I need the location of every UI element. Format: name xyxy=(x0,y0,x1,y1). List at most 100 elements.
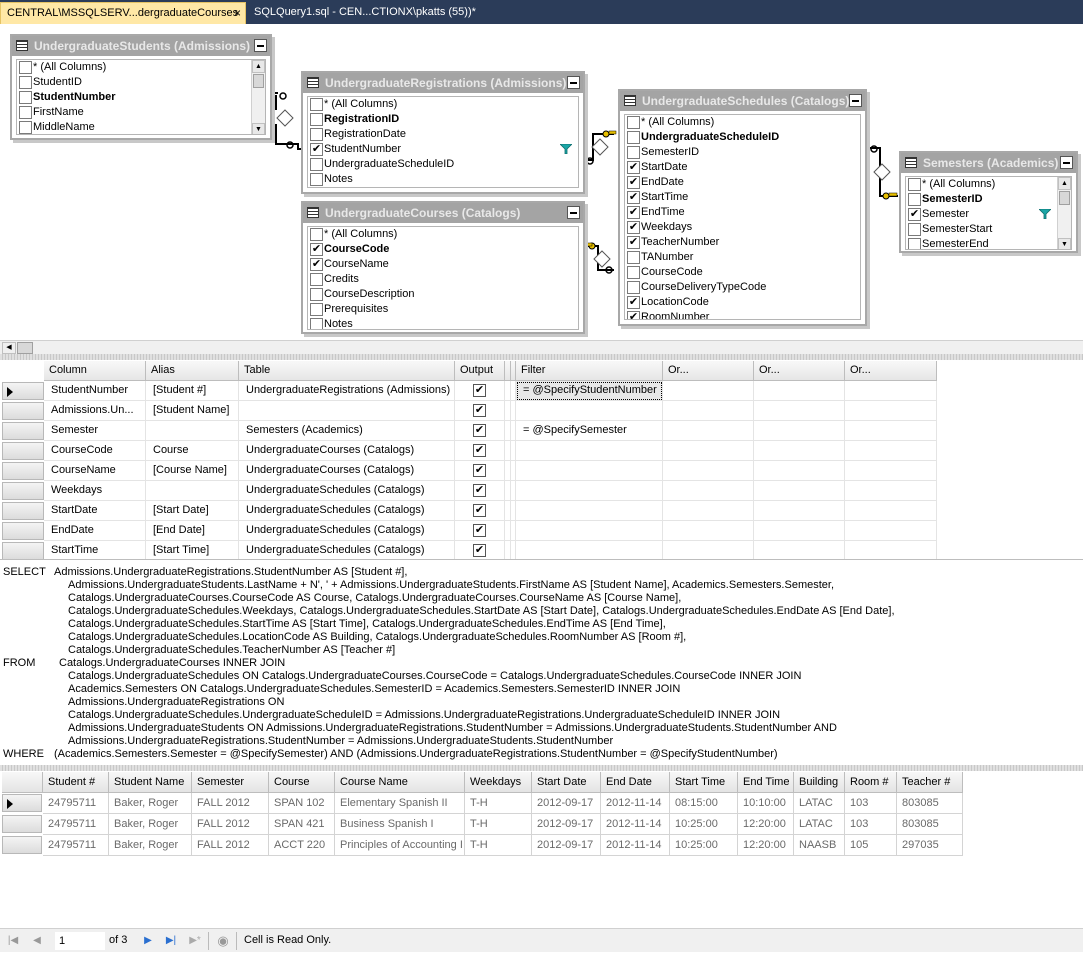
column-undergraduate-schedule-id[interactable]: UndergraduateScheduleID xyxy=(308,157,578,172)
cell-weekdays[interactable]: T-H xyxy=(465,835,532,856)
diagram-horizontal-scrollbar[interactable]: ◀ xyxy=(0,340,1083,354)
column-checkbox[interactable]: ✔ xyxy=(627,206,640,219)
column-checkbox[interactable] xyxy=(627,146,640,159)
column-semester-id[interactable]: SemesterID xyxy=(625,145,860,160)
column-location-code[interactable]: ✔ LocationCode xyxy=(625,295,860,310)
cell-filter[interactable] xyxy=(516,441,663,461)
cell-table[interactable]: UndergraduateSchedules (Catalogs) xyxy=(239,501,455,521)
column-semester-start[interactable]: SemesterStart xyxy=(906,222,1071,237)
cell-or-3[interactable] xyxy=(845,541,937,561)
column-undergraduate-schedule-id[interactable]: UndergraduateScheduleID xyxy=(625,130,860,145)
cell-start-date[interactable]: 2012-09-17 xyxy=(532,814,601,835)
column-checkbox[interactable]: ✔ xyxy=(627,296,640,309)
cell-or-3[interactable] xyxy=(845,481,937,501)
cell-start-time[interactable]: 08:15:00 xyxy=(670,793,738,814)
cell-filter[interactable]: = @SpecifyStudentNumber xyxy=(516,381,663,401)
column-list-scrollbar[interactable]: ▲ ▼ xyxy=(1057,177,1071,249)
column-checkbox[interactable]: ✔ xyxy=(627,191,640,204)
sql-pane[interactable]: SELECT Admissions.UndergraduateRegistrati… xyxy=(0,565,1083,765)
cell-column[interactable]: Admissions.Un... xyxy=(44,401,146,421)
header-room-number[interactable]: Room # xyxy=(845,772,897,793)
output-checkbox[interactable]: ✔ xyxy=(473,524,486,537)
scroll-thumb[interactable] xyxy=(253,74,264,88)
cell-alias[interactable]: [Student #] xyxy=(146,381,239,401)
column-start-time[interactable]: ✔ StartTime xyxy=(625,190,860,205)
column-checkbox[interactable] xyxy=(310,158,323,171)
join-link-registrations-schedules[interactable] xyxy=(586,130,617,165)
cell-student-number[interactable]: 24795711 xyxy=(43,835,109,856)
row-selector[interactable] xyxy=(2,502,44,520)
row-selector[interactable] xyxy=(2,422,44,440)
cell-start-time[interactable]: 10:25:00 xyxy=(670,835,738,856)
header-semester[interactable]: Semester xyxy=(192,772,269,793)
join-link-students-registrations[interactable] xyxy=(272,92,301,150)
scroll-left-icon[interactable]: ◀ xyxy=(2,342,16,354)
column-checkbox[interactable] xyxy=(310,113,323,126)
pane-splitter[interactable] xyxy=(0,354,1083,360)
output-checkbox[interactable]: ✔ xyxy=(473,484,486,497)
cell-or-1[interactable] xyxy=(663,461,754,481)
column-all[interactable]: * (All Columns) xyxy=(17,60,265,75)
column-checkbox[interactable] xyxy=(627,131,640,144)
column-teacher-number[interactable]: ✔ TeacherNumber xyxy=(625,235,860,250)
cell-or-2[interactable] xyxy=(754,461,845,481)
cell-or-3[interactable] xyxy=(845,421,937,441)
cell-or-3[interactable] xyxy=(845,381,937,401)
stop-icon[interactable]: ◉ xyxy=(216,934,230,948)
column-checkbox[interactable] xyxy=(627,251,640,264)
cell-table[interactable]: Semesters (Academics) xyxy=(239,421,455,441)
column-notes[interactable]: Notes xyxy=(308,172,578,187)
cell-table[interactable]: UndergraduateSchedules (Catalogs) xyxy=(239,521,455,541)
column-prerequisites[interactable]: Prerequisites xyxy=(308,302,578,317)
scroll-down-icon[interactable]: ▼ xyxy=(1058,238,1071,249)
column-checkbox[interactable] xyxy=(310,173,323,186)
output-checkbox[interactable]: ✔ xyxy=(473,384,486,397)
cell-filter[interactable] xyxy=(516,461,663,481)
row-selector[interactable] xyxy=(2,794,42,812)
last-record-icon[interactable]: ▶| xyxy=(164,934,178,948)
cell-semester[interactable]: FALL 2012 xyxy=(192,793,269,814)
header-student-number[interactable]: Student # xyxy=(43,772,109,793)
table-undergraduate-students[interactable]: UndergraduateStudents (Admissions) * (Al… xyxy=(10,34,272,140)
cell-building[interactable]: NAASB xyxy=(794,835,845,856)
cell-teacher-number[interactable]: 297035 xyxy=(897,835,963,856)
cell-output[interactable]: ✔ xyxy=(455,541,505,561)
column-notes[interactable]: Notes xyxy=(308,317,578,329)
output-checkbox[interactable]: ✔ xyxy=(473,504,486,517)
cell-filter[interactable] xyxy=(516,481,663,501)
cell-course-name[interactable]: Elementary Spanish II xyxy=(335,793,465,814)
new-record-icon[interactable]: ▶* xyxy=(188,934,202,948)
cell-or-3[interactable] xyxy=(845,461,937,481)
row-selector[interactable] xyxy=(2,836,42,854)
column-checkbox[interactable]: ✔ xyxy=(310,258,323,271)
table-undergraduate-courses[interactable]: UndergraduateCourses (Catalogs) * (All C… xyxy=(301,201,585,334)
scroll-up-icon[interactable]: ▲ xyxy=(252,60,265,73)
cell-student-name[interactable]: Baker, Roger xyxy=(109,835,192,856)
cell-or-2[interactable] xyxy=(754,421,845,441)
header-building[interactable]: Building xyxy=(794,772,845,793)
cell-table[interactable]: UndergraduateSchedules (Catalogs) xyxy=(239,481,455,501)
cell-alias[interactable]: [Student Name] xyxy=(146,401,239,421)
cell-or-1[interactable] xyxy=(663,401,754,421)
cell-student-number[interactable]: 24795711 xyxy=(43,814,109,835)
collapse-button[interactable] xyxy=(1060,156,1073,169)
cell-filter[interactable] xyxy=(516,401,663,421)
cell-output[interactable]: ✔ xyxy=(455,441,505,461)
cell-filter[interactable]: = @SpecifySemester xyxy=(516,421,663,441)
cell-output[interactable]: ✔ xyxy=(455,501,505,521)
cell-building[interactable]: LATAC xyxy=(794,814,845,835)
column-checkbox[interactable]: ✔ xyxy=(627,161,640,174)
cell-room-number[interactable]: 103 xyxy=(845,793,897,814)
column-first-name[interactable]: FirstName xyxy=(17,105,265,120)
column-checkbox[interactable] xyxy=(19,76,32,89)
cell-semester[interactable]: FALL 2012 xyxy=(192,814,269,835)
header-end-time[interactable]: End Time xyxy=(738,772,794,793)
header-filter[interactable]: Filter xyxy=(516,361,663,381)
column-checkbox[interactable] xyxy=(908,178,921,191)
column-course-code[interactable]: CourseCode xyxy=(625,265,860,280)
cell-table[interactable]: UndergraduateRegistrations (Admissions) xyxy=(239,381,455,401)
cell-output[interactable]: ✔ xyxy=(455,521,505,541)
cell-end-time[interactable]: 10:10:00 xyxy=(738,793,794,814)
column-course-delivery-type-code[interactable]: CourseDeliveryTypeCode xyxy=(625,280,860,295)
column-checkbox[interactable] xyxy=(19,91,32,104)
